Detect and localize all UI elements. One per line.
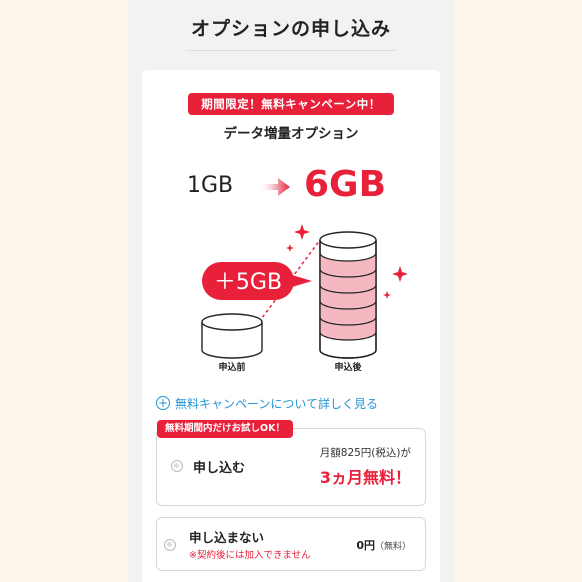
- option-card: 期間限定！無料キャンペーン中！ データ増量オプション 1GB 6GB ＋5GB …: [142, 70, 440, 582]
- decline-note: ※契約後には加入できません: [189, 550, 311, 561]
- plus-circle-icon: +: [156, 396, 170, 410]
- data-increase-illustration: ＋5GB: [201, 224, 408, 359]
- trial-tag: 無料期間内だけお試しOK！: [157, 420, 293, 438]
- apply-free-text: 3ヵ月無料！: [319, 468, 411, 487]
- increase-label: ＋5GB: [214, 270, 282, 295]
- apply-option[interactable]: 無料期間内だけお試しOK！ 申し込む 月額825円(税込)が 3ヵ月無料！: [156, 420, 426, 506]
- before-cylinder: [201, 313, 263, 359]
- decline-price: 0円（無料）: [356, 537, 411, 553]
- option-name: データ増量オプション: [223, 126, 359, 142]
- title-divider: [186, 50, 396, 51]
- decline-price-value: 0円: [356, 539, 375, 552]
- apply-price: 月額825円(税込)が: [319, 447, 411, 459]
- phone-screen: オプションの申し込み 期間限定！無料キャンペーン中！ データ増量オプション 1G…: [128, 0, 454, 582]
- page-title: オプションの申し込み: [190, 18, 391, 40]
- after-cylinder: [319, 231, 377, 359]
- arrow-right-icon: [258, 178, 290, 196]
- campaign-badge: 期間限定！無料キャンペーン中！: [188, 93, 394, 115]
- decline-option[interactable]: 申し込まない ※契約後には加入できません 0円（無料）: [156, 517, 426, 571]
- apply-radio[interactable]: [171, 460, 183, 472]
- after-label: 申込後: [334, 363, 362, 373]
- campaign-details-link[interactable]: + 無料キャンペーンについて詳しく見る: [156, 395, 378, 411]
- campaign-link-text: 無料キャンペーンについて詳しく見る: [175, 396, 379, 411]
- apply-label: 申し込む: [193, 461, 246, 476]
- before-capacity: 1GB: [187, 173, 234, 198]
- decline-radio[interactable]: [164, 539, 176, 551]
- decline-price-suffix: （無料）: [374, 542, 411, 552]
- decline-label: 申し込まない: [189, 530, 265, 545]
- after-capacity: 6GB: [304, 164, 387, 205]
- before-label: 申込前: [218, 363, 246, 373]
